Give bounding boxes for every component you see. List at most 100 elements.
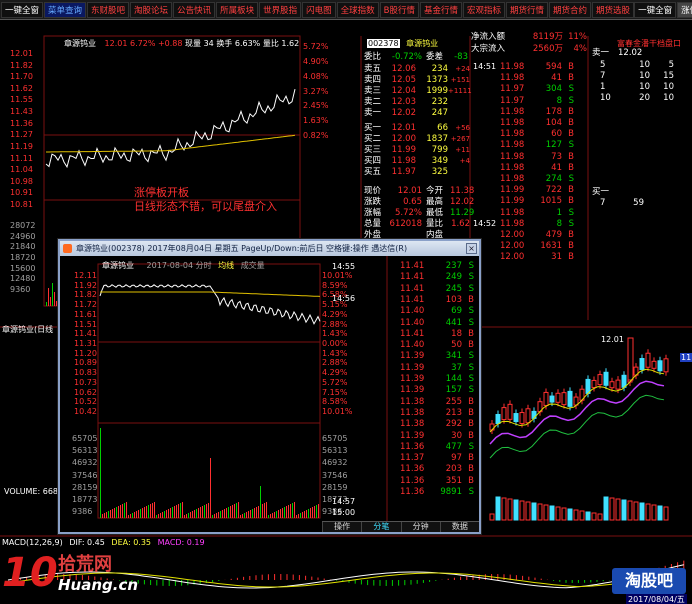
- popup-tick-price: 11.39: [400, 374, 425, 384]
- popup-time-1455: 14:55: [332, 262, 356, 271]
- popup-volume-bar: [102, 514, 103, 518]
- popup-volume-bar: [116, 507, 117, 518]
- popup-volume-bar: [282, 508, 283, 518]
- stat-value: 0.65: [403, 197, 422, 207]
- popup-volume-bar: [304, 511, 305, 518]
- popup-tick-volume: 37: [451, 362, 462, 373]
- quote-level-label: 卖一: [364, 108, 382, 118]
- stat-value: 1.62: [451, 219, 470, 229]
- daily-chart-label: 章源钨业(日线: [2, 325, 54, 334]
- toolbar-item-1[interactable]: 菜单查询: [44, 1, 87, 18]
- quote-stat-row: 涨幅 5.72% 最低 11.29: [364, 208, 474, 219]
- popup-tab-3[interactable]: 数据: [439, 522, 479, 532]
- axis-label: 2.45%: [303, 101, 329, 111]
- popup-volume-bar: [246, 512, 247, 518]
- popup-tick-volume: 213: [445, 407, 462, 418]
- popup-volume-bar: [316, 505, 317, 518]
- toolbar-item-10[interactable]: 基金行情: [419, 1, 462, 18]
- axis-label: 10.01%: [322, 407, 353, 416]
- axis-label: 7.15%: [322, 387, 348, 397]
- toolbar-item-11[interactable]: 宏观指标: [463, 1, 506, 18]
- popup-tick-flag: B: [468, 340, 474, 351]
- popup-tick-flag: S: [468, 351, 474, 362]
- popup-volume-bar: [272, 513, 273, 518]
- popup-volume-bar: [296, 515, 297, 518]
- popup-tick-flag: S: [468, 306, 474, 317]
- popup-tick-row: 11.38 213 B: [400, 408, 474, 419]
- toolbar-item-3[interactable]: 淘股论坛: [130, 1, 173, 18]
- popup-volume-bar: [136, 511, 137, 518]
- tick-flag: B: [568, 252, 574, 263]
- quote-name: 章源钨业: [406, 39, 439, 48]
- axis-label: 11.70: [10, 72, 33, 82]
- level-b: 15: [663, 71, 674, 81]
- axis-label: 11.62: [10, 83, 33, 93]
- stat-label: 最低: [426, 208, 444, 218]
- toolbar-item-8[interactable]: 全球指数: [336, 1, 379, 18]
- stat-value: 12.01: [397, 186, 422, 196]
- macd-header: MACD(12,26,9) DIF: 0.45 DEA: 0.35 MACD: …: [2, 538, 205, 547]
- popup-tick-price: 11.36: [400, 475, 425, 486]
- candle-body: [561, 392, 567, 406]
- popup-volume-bar: [238, 502, 239, 518]
- tick-row: 11.98 594 B: [500, 62, 574, 73]
- daily-volume-bar: [633, 501, 639, 521]
- popup-tick-volume: 292: [445, 419, 462, 430]
- popup-volume-bar: [196, 509, 197, 518]
- close-icon[interactable]: ×: [466, 243, 477, 254]
- quote-level-price: 12.01: [391, 123, 416, 133]
- tick-price: 11.97: [500, 95, 525, 106]
- toolbar-item-5[interactable]: 所属板块: [216, 1, 259, 18]
- tick-row: 11.98 104 B: [500, 118, 574, 129]
- toolbar-item-0[interactable]: 一键全窗: [1, 1, 44, 18]
- axis-label: 8.58%: [322, 397, 348, 407]
- popup-tab-2[interactable]: 分钟: [400, 522, 440, 532]
- popup-tick-flag: B: [468, 430, 474, 441]
- quote-level-volume: 349: [431, 156, 448, 166]
- popup-volume-bar: [180, 503, 181, 518]
- toolbar-item-4[interactable]: 公告快讯: [173, 1, 216, 18]
- toolbar-right-item-1[interactable]: 涨停闪买: [677, 1, 692, 18]
- far-right-level-row: 7 10 15: [600, 71, 674, 82]
- toolbar-item-2[interactable]: 东财股吧: [87, 1, 130, 18]
- tick-row: 12.00 31 B: [500, 252, 574, 263]
- daily-volume-bar: [567, 508, 573, 521]
- stat-label: 今开: [426, 186, 444, 196]
- top-toolbar: 一键全窗 菜单查询 东财股吧 淘股论坛 公告快讯 所属板块 世界股指 闪电图 全球指数 B股行情基…: [0, 0, 692, 20]
- popup-tick-price: 11.38: [400, 419, 425, 430]
- toolbar-item-9[interactable]: B股行情: [379, 1, 419, 18]
- popup-tick-volume: 157: [445, 385, 462, 396]
- popup-volume-bar: [184, 515, 185, 518]
- popup-volume-bar: [260, 486, 261, 518]
- popup-volume-bar: [192, 511, 193, 518]
- popup-tick-flag: S: [468, 317, 474, 328]
- popup-titlebar[interactable]: 章源钨业(002378) 2017年08月04日 星期五 PageUp/Down…: [60, 241, 479, 256]
- quote-level-row: 卖一 12.02 247: [364, 108, 470, 119]
- toolbar-item-7[interactable]: 闪电图: [302, 1, 336, 18]
- popup-volume-bar: [288, 505, 289, 518]
- tick-flag: B: [568, 106, 574, 117]
- popup-volume-bar: [150, 504, 151, 518]
- toolbar-right-item-0[interactable]: 一键全窗: [634, 1, 677, 18]
- tick-volume: 722: [545, 185, 562, 196]
- quote-level-label: 卖二: [364, 97, 382, 107]
- inflow-pct: 11%: [568, 32, 587, 42]
- toolbar-item-12[interactable]: 期货行情: [506, 1, 549, 18]
- axis-label: 11.82: [74, 290, 97, 300]
- toolbar-item-6[interactable]: 世界股指: [259, 1, 302, 18]
- axis-label: 10.52: [74, 397, 97, 407]
- quote-stat-row: 涨跌 0.65 最高 12.02: [364, 197, 474, 208]
- popup-tab-1[interactable]: 分笔: [361, 522, 400, 532]
- popup-tick-flag: B: [468, 419, 474, 430]
- intraday-popup-window[interactable]: 章源钨业(002378) 2017年08月04日 星期五 PageUp/Down…: [58, 239, 481, 534]
- axis-label: 28072: [10, 221, 36, 230]
- toolbar-item-13[interactable]: 期货合约: [549, 1, 592, 18]
- tick-volume: 479: [545, 230, 562, 240]
- tick-row: 12.00 479 B: [500, 230, 574, 241]
- weibi-value: -0.72%: [391, 52, 422, 62]
- axis-label: 46932: [322, 458, 348, 468]
- far-right-sell-row: 卖一 12.02: [592, 48, 642, 59]
- popup-tab-0[interactable]: 操作: [322, 522, 361, 532]
- popup-tick-price: 11.37: [400, 453, 425, 464]
- toolbar-item-14[interactable]: 期货选股: [592, 1, 635, 18]
